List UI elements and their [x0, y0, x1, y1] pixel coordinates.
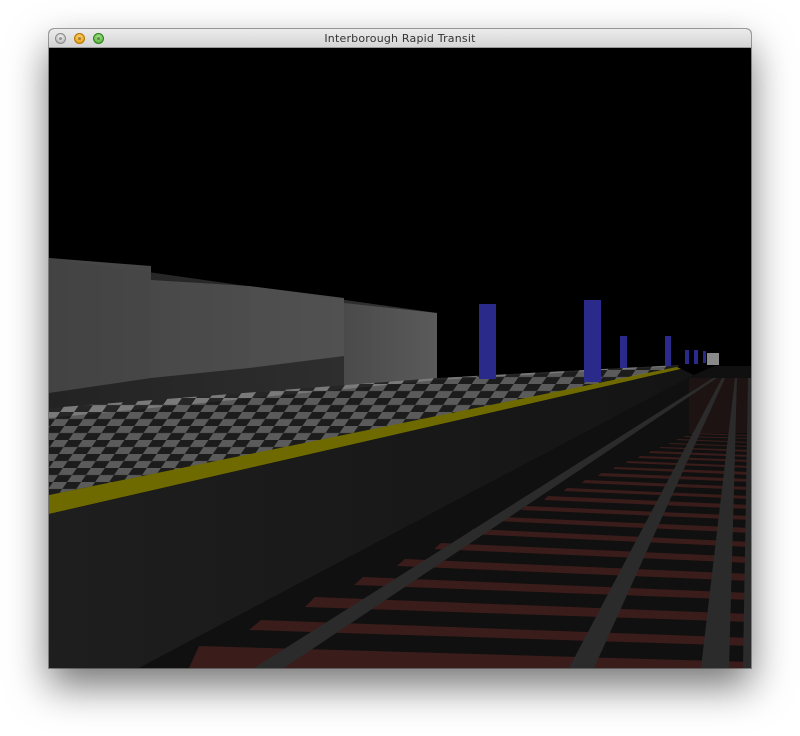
render-viewport[interactable]: [49, 48, 751, 668]
subway-scene: [49, 258, 751, 668]
title-bar[interactable]: Interborough Rapid Transit: [49, 29, 751, 48]
app-window: Interborough Rapid Transit: [49, 29, 751, 668]
tunnel-end-wall: [707, 353, 719, 365]
window-title: Interborough Rapid Transit: [324, 32, 476, 45]
